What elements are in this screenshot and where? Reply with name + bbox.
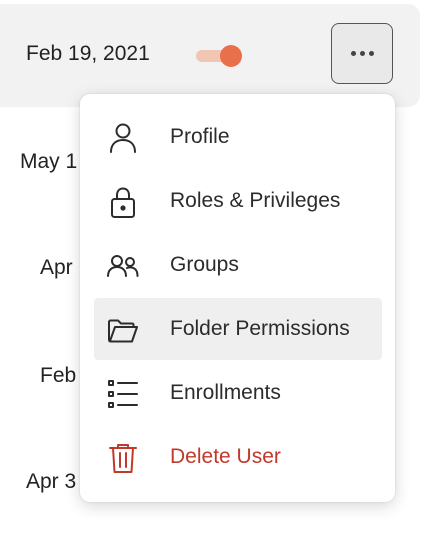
menu-item-label: Folder Permissions	[170, 317, 350, 340]
menu-item-label: Delete User	[170, 445, 281, 468]
menu-item-roles-privileges[interactable]: Roles & Privileges	[94, 170, 382, 232]
menu-item-enrollments[interactable]: Enrollments	[94, 362, 382, 424]
user-icon	[110, 123, 136, 153]
menu-item-label: Groups	[170, 253, 239, 276]
actions-menu: Profile Roles & Privileges Groups Folder…	[80, 94, 395, 502]
menu-item-label: Enrollments	[170, 381, 281, 404]
trash-icon	[109, 444, 137, 473]
lock-icon	[111, 187, 135, 218]
row-date: Apr 3	[26, 470, 77, 493]
status-toggle[interactable]	[196, 45, 246, 67]
row-date: Feb 19, 2021	[26, 42, 150, 65]
row-date: Feb	[40, 364, 77, 387]
ellipsis-icon	[350, 51, 374, 56]
menu-item-groups[interactable]: Groups	[94, 234, 382, 296]
toggle-knob	[220, 45, 242, 67]
list-icon	[108, 380, 138, 408]
menu-item-label: Profile	[170, 125, 230, 148]
folder-icon	[108, 319, 138, 343]
user-list-view: Feb 19, 2021 May 1 Apr Feb Apr 3 Profile	[0, 0, 438, 542]
row-date: Apr	[40, 256, 73, 279]
menu-item-delete-user[interactable]: Delete User	[94, 426, 382, 488]
menu-item-profile[interactable]: Profile	[94, 106, 382, 168]
row-date: May 1	[20, 150, 78, 173]
more-options-button[interactable]	[331, 23, 393, 84]
menu-item-label: Roles & Privileges	[170, 189, 341, 212]
menu-item-folder-permissions[interactable]: Folder Permissions	[94, 298, 382, 360]
users-icon	[107, 255, 139, 277]
